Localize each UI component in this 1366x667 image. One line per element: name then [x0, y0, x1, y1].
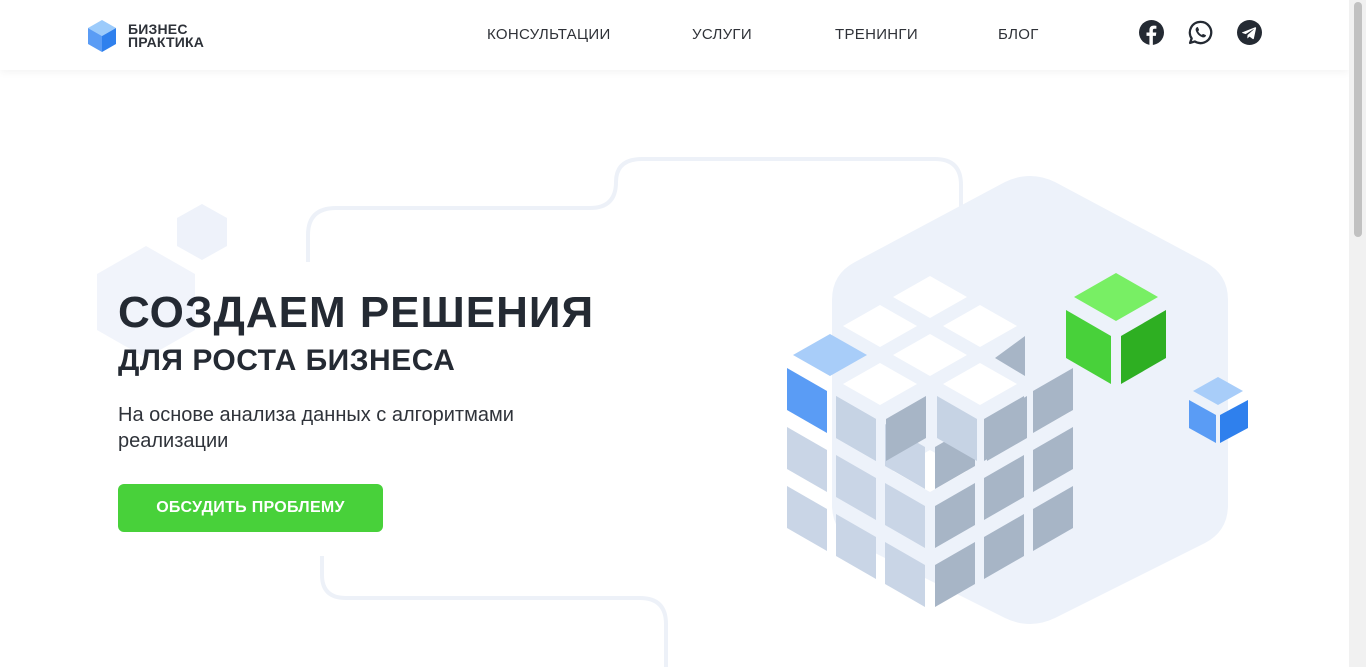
hero-subtitle: ДЛЯ РОСТА БИЗНЕСА	[118, 344, 456, 377]
connector-line-bottom	[320, 556, 668, 667]
telegram-link[interactable]	[1237, 20, 1262, 45]
discuss-problem-button[interactable]: ОБСУДИТЬ ПРОБЛЕМУ	[118, 484, 383, 532]
facebook-link[interactable]	[1139, 20, 1164, 45]
page-scrollbar[interactable]	[1349, 0, 1366, 667]
rubiks-cube-illustration	[787, 176, 1248, 624]
nav-item-trainings[interactable]: ТРЕНИНГИ	[835, 26, 918, 43]
whatsapp-link[interactable]	[1188, 20, 1213, 45]
scrollbar-thumb[interactable]	[1354, 2, 1362, 237]
hero-description: На основе анализа данных с алгоритмами р…	[118, 404, 514, 452]
small-hexagon-shape	[177, 204, 227, 260]
hero-title: СОЗДАЕМ РЕШЕНИЯ	[118, 288, 595, 337]
cube-logo-icon	[88, 20, 116, 52]
nav-item-services[interactable]: УСЛУГИ	[692, 26, 752, 43]
telegram-icon	[1237, 20, 1262, 45]
nav-item-blog[interactable]: БЛОГ	[998, 26, 1039, 43]
logo-text: БИЗНЕС ПРАКТИКА	[128, 22, 205, 50]
facebook-icon	[1139, 20, 1164, 45]
logo-line-2: ПРАКТИКА	[128, 34, 205, 50]
nav-item-consultations[interactable]: КОНСУЛЬТАЦИИ	[487, 26, 611, 43]
whatsapp-icon	[1188, 20, 1213, 45]
logo-link[interactable]: БИЗНЕС ПРАКТИКА	[86, 19, 204, 53]
site-header: БИЗНЕС ПРАКТИКА КОНСУЛЬТАЦИИ УСЛУГИ ТРЕН…	[0, 0, 1349, 70]
